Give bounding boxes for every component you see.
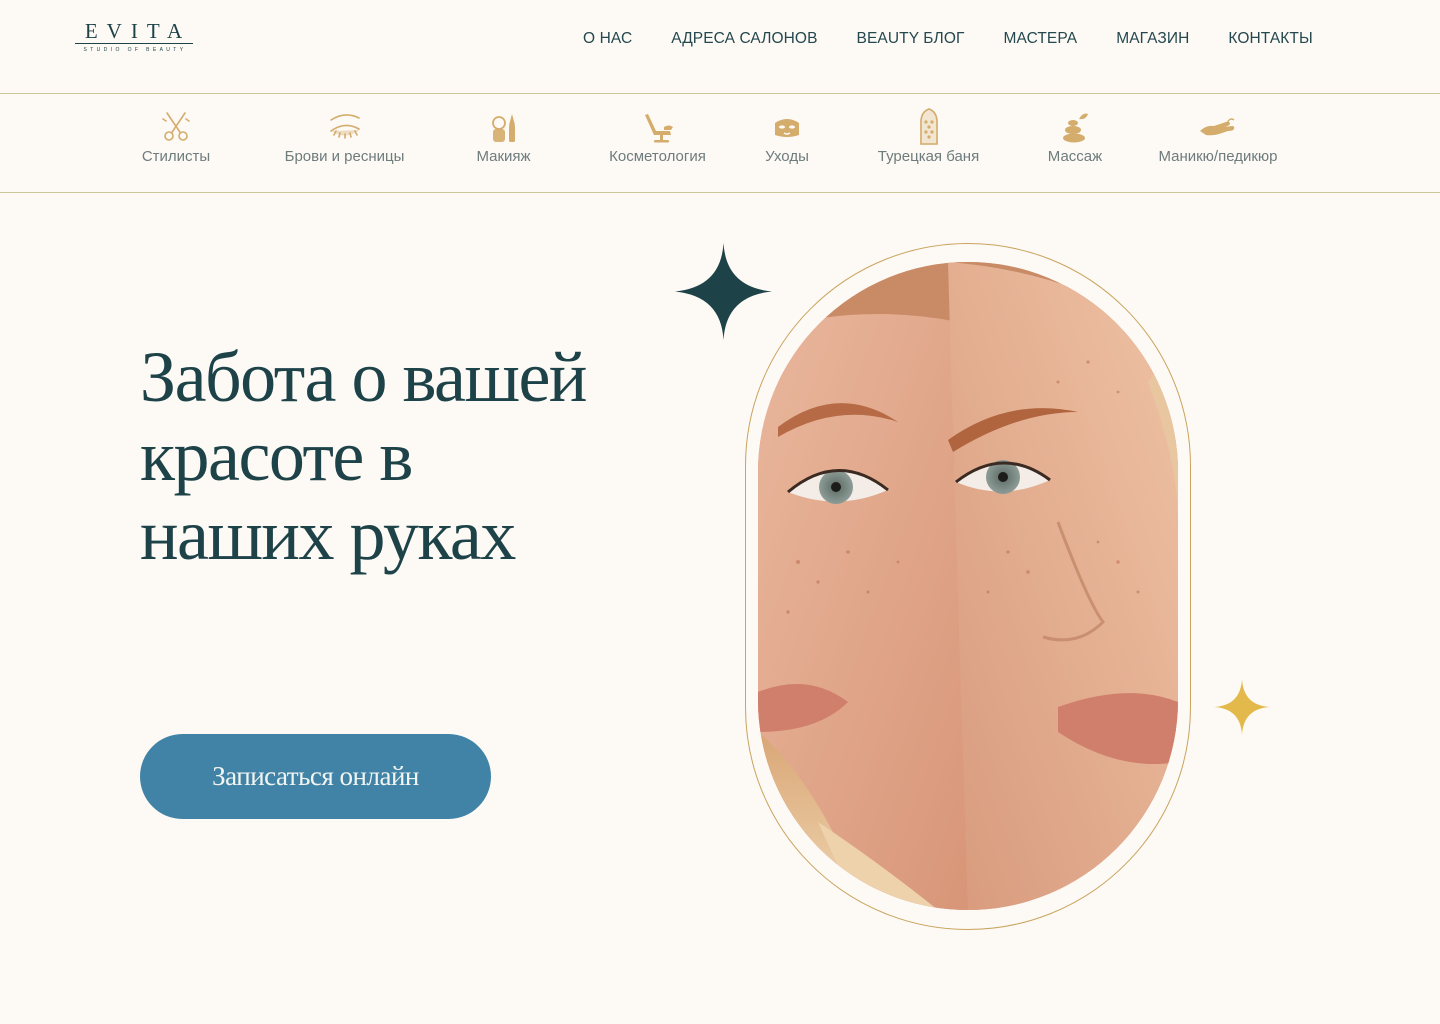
service-label: Косметология (609, 148, 706, 165)
service-label: Турецкая баня (877, 148, 980, 165)
sparkle-star-icon (1214, 679, 1270, 735)
service-care[interactable]: Уходы (764, 108, 810, 166)
services-bar: Стилисты Брови и ресницы Макияж Косметол… (0, 93, 1440, 193)
service-makeup[interactable]: Макияж (474, 108, 533, 166)
service-label: Макияж (476, 148, 531, 165)
nav-shop[interactable]: МАГАЗИН (1116, 29, 1189, 49)
hammam-icon (909, 108, 949, 146)
book-online-button[interactable]: Записаться онлайн (140, 734, 491, 819)
beauty-chair-icon (638, 108, 678, 146)
nav-salon-addresses[interactable]: АДРЕСА САЛОНОВ (671, 29, 817, 49)
face-mask-icon (767, 108, 807, 146)
service-label: Брови и ресницы (284, 148, 405, 165)
hero-title: Забота о вашей красоте в наших руках (140, 337, 587, 575)
service-label: Маникю/педикюр (1158, 148, 1278, 165)
service-cosmetology[interactable]: Косметология (605, 108, 710, 166)
service-manicure-pedicure[interactable]: Маникю/педикюр (1149, 108, 1287, 166)
nav-beauty-blog[interactable]: BEAUTY БЛОГ (857, 29, 965, 49)
nav-contacts[interactable]: КОНТАКТЫ (1228, 29, 1312, 49)
service-label: Уходы (765, 148, 809, 165)
nav-about[interactable]: О НАС (583, 29, 632, 49)
service-stylists[interactable]: Стилисты (140, 108, 212, 166)
brand-name: EVITA (84, 19, 192, 43)
main-nav: О НАС АДРЕСА САЛОНОВ BEAUTY БЛОГ МАСТЕРА… (583, 29, 1313, 49)
makeup-icon (484, 108, 524, 146)
nav-masters[interactable]: МАСТЕРА (1003, 29, 1077, 49)
hand-icon (1198, 108, 1238, 146)
service-label: Массаж (1047, 148, 1103, 165)
service-brows-lashes[interactable]: Брови и ресницы (279, 108, 410, 166)
eyelash-icon (325, 108, 365, 146)
two-women-faces-photo (758, 262, 1178, 910)
hero-photo (758, 262, 1178, 910)
logo-divider (75, 43, 193, 44)
scissors-icon (156, 108, 196, 146)
service-massage[interactable]: Массаж (1044, 108, 1106, 166)
brand-logo[interactable]: EVITA STUDIO OF BEAUTY (75, 20, 195, 58)
massage-stones-icon (1055, 108, 1095, 146)
brand-tagline: STUDIO OF BEAUTY (83, 47, 187, 53)
sparkle-star-icon (675, 243, 772, 340)
site-header: EVITA STUDIO OF BEAUTY О НАС АДРЕСА САЛО… (0, 0, 1440, 93)
service-label: Стилисты (141, 148, 211, 165)
service-turkish-bath[interactable]: Турецкая баня (873, 108, 984, 166)
